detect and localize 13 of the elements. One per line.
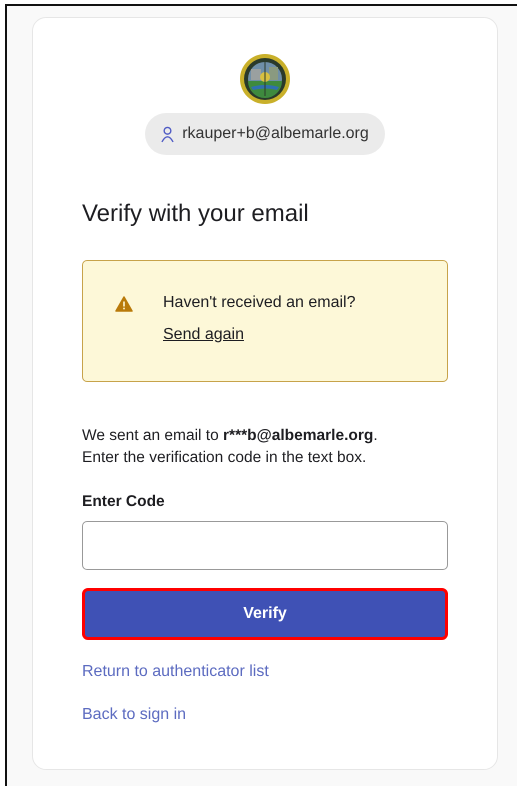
user-email: rkauper+b@albemarle.org (182, 125, 369, 143)
instructions-text: We sent an email to r***b@albemarle.org. Enter the verification code in the text box. (82, 426, 379, 468)
seal-logo (239, 53, 291, 105)
warning-icon (115, 296, 133, 312)
code-input[interactable] (82, 521, 448, 570)
user-icon (161, 126, 174, 142)
code-label: Enter Code (82, 493, 165, 511)
nav-link[interactable]: Back to sign in (82, 706, 186, 724)
nav-link[interactable]: Return to authenticator list (82, 663, 269, 681)
page-title: Verify with your email (82, 199, 310, 229)
alert-message: Haven't received an email? (163, 294, 356, 312)
send-again-link[interactable]: Send again (163, 326, 244, 344)
verify-button[interactable]: Verify (82, 588, 448, 640)
